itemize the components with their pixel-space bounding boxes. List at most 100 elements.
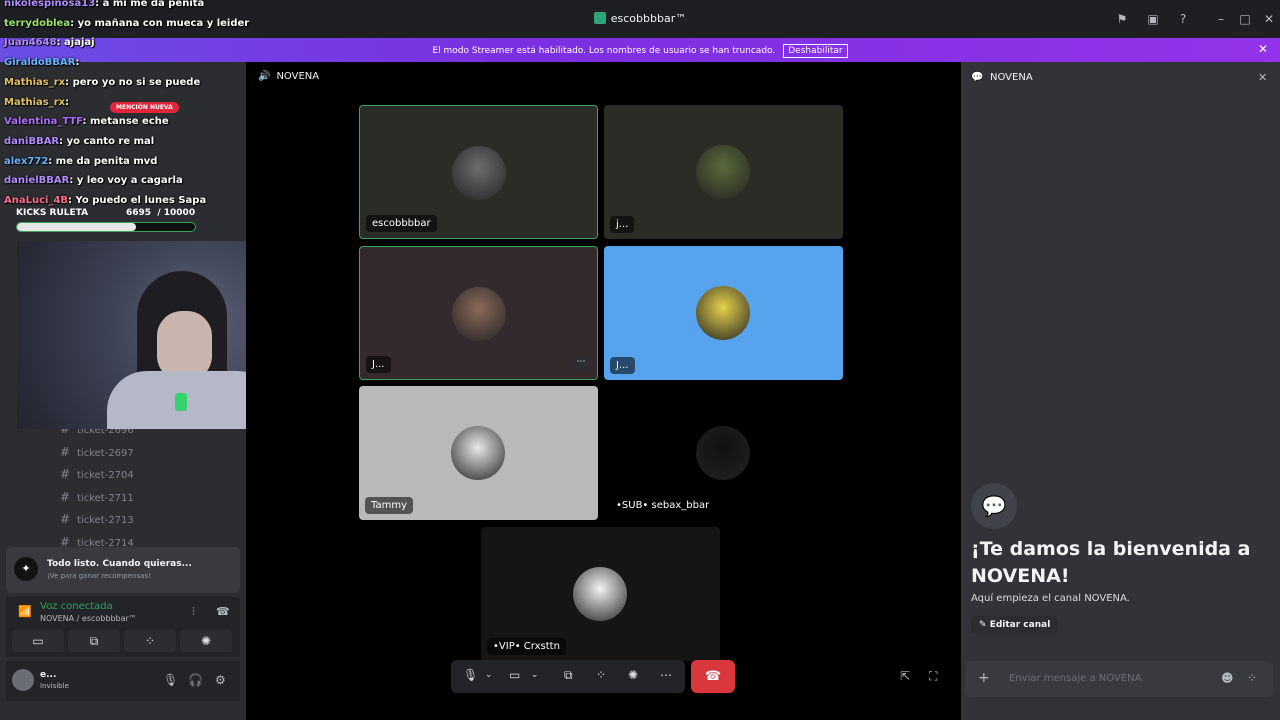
emoji-icon[interactable]: ☻: [1221, 671, 1234, 685]
chat-username: alex772: [4, 155, 49, 167]
sidebar-item-ticket[interactable]: # ticket-2713: [60, 512, 134, 526]
chat-text: : a mi me da penita: [95, 0, 205, 9]
quest-icon: ✦: [14, 557, 38, 581]
voice-channel-name[interactable]: NOVENA / escobbbbar™: [40, 614, 137, 623]
chat-text: : yo canto re mal: [59, 135, 155, 147]
edit-channel-button[interactable]: ✎ Editar canal: [971, 616, 1059, 634]
activities-icon[interactable]: ⁘: [124, 630, 176, 652]
help-icon[interactable]: ?: [1175, 11, 1191, 27]
chat-username: GiraldoBBAR: [4, 57, 76, 69]
participant-tile[interactable]: J...: [359, 246, 598, 380]
message-input[interactable]: [1007, 672, 1211, 685]
minimize-icon[interactable]: –: [1213, 11, 1229, 27]
ticket-label: ticket-2704: [77, 470, 134, 482]
more-options-icon[interactable]: ⋯: [572, 356, 590, 370]
camera-off-icon[interactable]: ▭: [12, 630, 64, 652]
chat-panel-title: NOVENA: [990, 72, 1033, 83]
fullscreen-icon[interactable]: ⛶: [929, 669, 937, 684]
disable-button[interactable]: Deshabilitar: [783, 44, 848, 58]
mute-microphone-icon[interactable]: 🎙: [463, 668, 478, 682]
roulette-progress-fill: [17, 223, 137, 231]
inbox-icon[interactable]: ▣: [1145, 11, 1161, 27]
maximize-icon[interactable]: □: [1237, 11, 1253, 27]
chat-message: Juan4648: ajajaj: [4, 37, 95, 48]
hash-icon: #: [60, 512, 71, 527]
chat-username: Mathias_rx: [4, 76, 66, 88]
participant-name-tag: escobbbbar: [366, 215, 437, 232]
hash-icon: #: [60, 467, 71, 482]
chat-text: : y leo voy a cagarla: [69, 175, 183, 187]
chat-text: : Yo puedo el lunes Sapa: [68, 195, 207, 206]
participant-name-tag: •VIP• Crxsttn: [487, 638, 566, 655]
participant-tile[interactable]: escobbbbar: [359, 105, 598, 239]
welcome-title: ¡Te damos la bienvenida a NOVENA!: [971, 538, 1251, 587]
user-name[interactable]: e...: [40, 670, 56, 680]
chat-text: : pero yo no si se puede: [65, 76, 201, 88]
participant-name-tag: •SUB• sebax_bbar: [616, 500, 710, 511]
participant-name-tag: J...: [610, 357, 635, 374]
chat-username: Valentina_TTF: [4, 116, 83, 128]
microphone-icon[interactable]: 🎙: [163, 673, 178, 687]
participant-tile[interactable]: j...: [604, 105, 843, 239]
chat-text: :: [75, 57, 80, 69]
chat-message: terrydoblea: yo mañana con mueca y leide…: [4, 18, 249, 29]
close-icon[interactable]: ✕: [1258, 71, 1267, 84]
participant-tile[interactable]: J...: [604, 246, 843, 380]
participant-avatar: [696, 286, 750, 340]
participant-tile[interactable]: •VIP• Crxsttn: [481, 527, 720, 661]
ticket-label: ticket-2697: [77, 447, 134, 459]
noise-suppression-icon[interactable]: ⫶: [192, 605, 195, 619]
soundboard-icon[interactable]: ✺: [180, 630, 232, 652]
chevron-down-icon[interactable]: ⌄: [531, 670, 539, 680]
flag-icon[interactable]: ⚑: [1114, 11, 1130, 27]
settings-gear-icon[interactable]: ⚙: [215, 673, 226, 687]
call-controls: 🎙 ⌄ ▭ ⌄ ⧉ ⁘ ✺ ⋯: [451, 660, 685, 693]
chat-text: : me da penita mvd: [48, 155, 158, 167]
chat-username: terrydoblea: [4, 17, 71, 29]
camera-toggle-icon[interactable]: ▭: [509, 668, 520, 682]
screen-share-icon[interactable]: ⧉: [564, 668, 573, 683]
sidebar-item-ticket[interactable]: # ticket-2697: [60, 445, 134, 459]
chat-username: Juan4648: [4, 37, 57, 49]
participant-tile[interactable]: Tammy: [359, 386, 598, 520]
ticket-label: ticket-2711: [77, 492, 134, 504]
welcome-subtitle: Aquí empieza el canal NOVENA.: [971, 593, 1130, 604]
sidebar-item-ticket[interactable]: # ticket-2704: [60, 467, 134, 481]
screen-share-icon[interactable]: ⧉: [68, 630, 120, 652]
chevron-down-icon[interactable]: ⌄: [485, 670, 493, 680]
chat-text: : metanse eche: [82, 116, 169, 128]
chat-text: : ajajaj: [56, 37, 95, 49]
hang-up-button[interactable]: ☎: [691, 660, 735, 693]
chat-message: nikolespinosa13: a mi me da penita: [4, 0, 204, 9]
window-title-text: escobbbbar™: [610, 12, 687, 25]
avatar[interactable]: [12, 669, 34, 691]
chat-message: alex772: me da penita mvd: [4, 156, 157, 167]
close-window-icon[interactable]: ✕: [1261, 11, 1277, 27]
hash-icon: #: [60, 444, 71, 459]
chat-message: daniBBAR: yo canto re mal: [4, 136, 154, 147]
add-attachment-icon[interactable]: +: [978, 670, 990, 686]
chat-message: Mathias_rx:: [4, 97, 69, 108]
activities-icon[interactable]: ⁘: [596, 668, 606, 682]
participant-avatar: [452, 287, 506, 341]
headphones-icon[interactable]: 🎧: [188, 673, 203, 687]
banner-close-icon[interactable]: ✕: [1258, 42, 1268, 56]
hash-icon: #: [60, 489, 71, 504]
chat-message: AnaLuci_4B: Yo puedo el lunes Sapa: [4, 195, 206, 206]
roulette-count: 6695 / 10000: [126, 208, 196, 218]
soundboard-icon[interactable]: ✺: [628, 668, 638, 682]
quest-notification[interactable]: ✦ Todo listo. Cuando quieras... ¡Ve para…: [6, 547, 240, 593]
chat-username: danielBBAR: [4, 175, 70, 187]
participant-name-tag: Tammy: [365, 497, 413, 514]
popout-icon[interactable]: ⇱: [900, 669, 910, 683]
app-logo-icon: [593, 12, 606, 24]
voice-connection-panel: 📶 Voz conectada NOVENA / escobbbbar™ ⫶ ☎…: [6, 597, 240, 657]
disconnect-icon[interactable]: ☎: [216, 605, 230, 618]
participant-name-tag: J...: [366, 356, 391, 373]
more-options-icon[interactable]: ⋯: [660, 668, 672, 682]
apps-icon[interactable]: ⁘: [1247, 671, 1257, 685]
sidebar-item-ticket[interactable]: # ticket-2711: [60, 490, 134, 504]
participant-tile[interactable]: •SUB• sebax_bbar: [604, 386, 843, 520]
webcam-microphone-light: [175, 393, 187, 411]
pencil-icon: ✎: [979, 620, 990, 630]
